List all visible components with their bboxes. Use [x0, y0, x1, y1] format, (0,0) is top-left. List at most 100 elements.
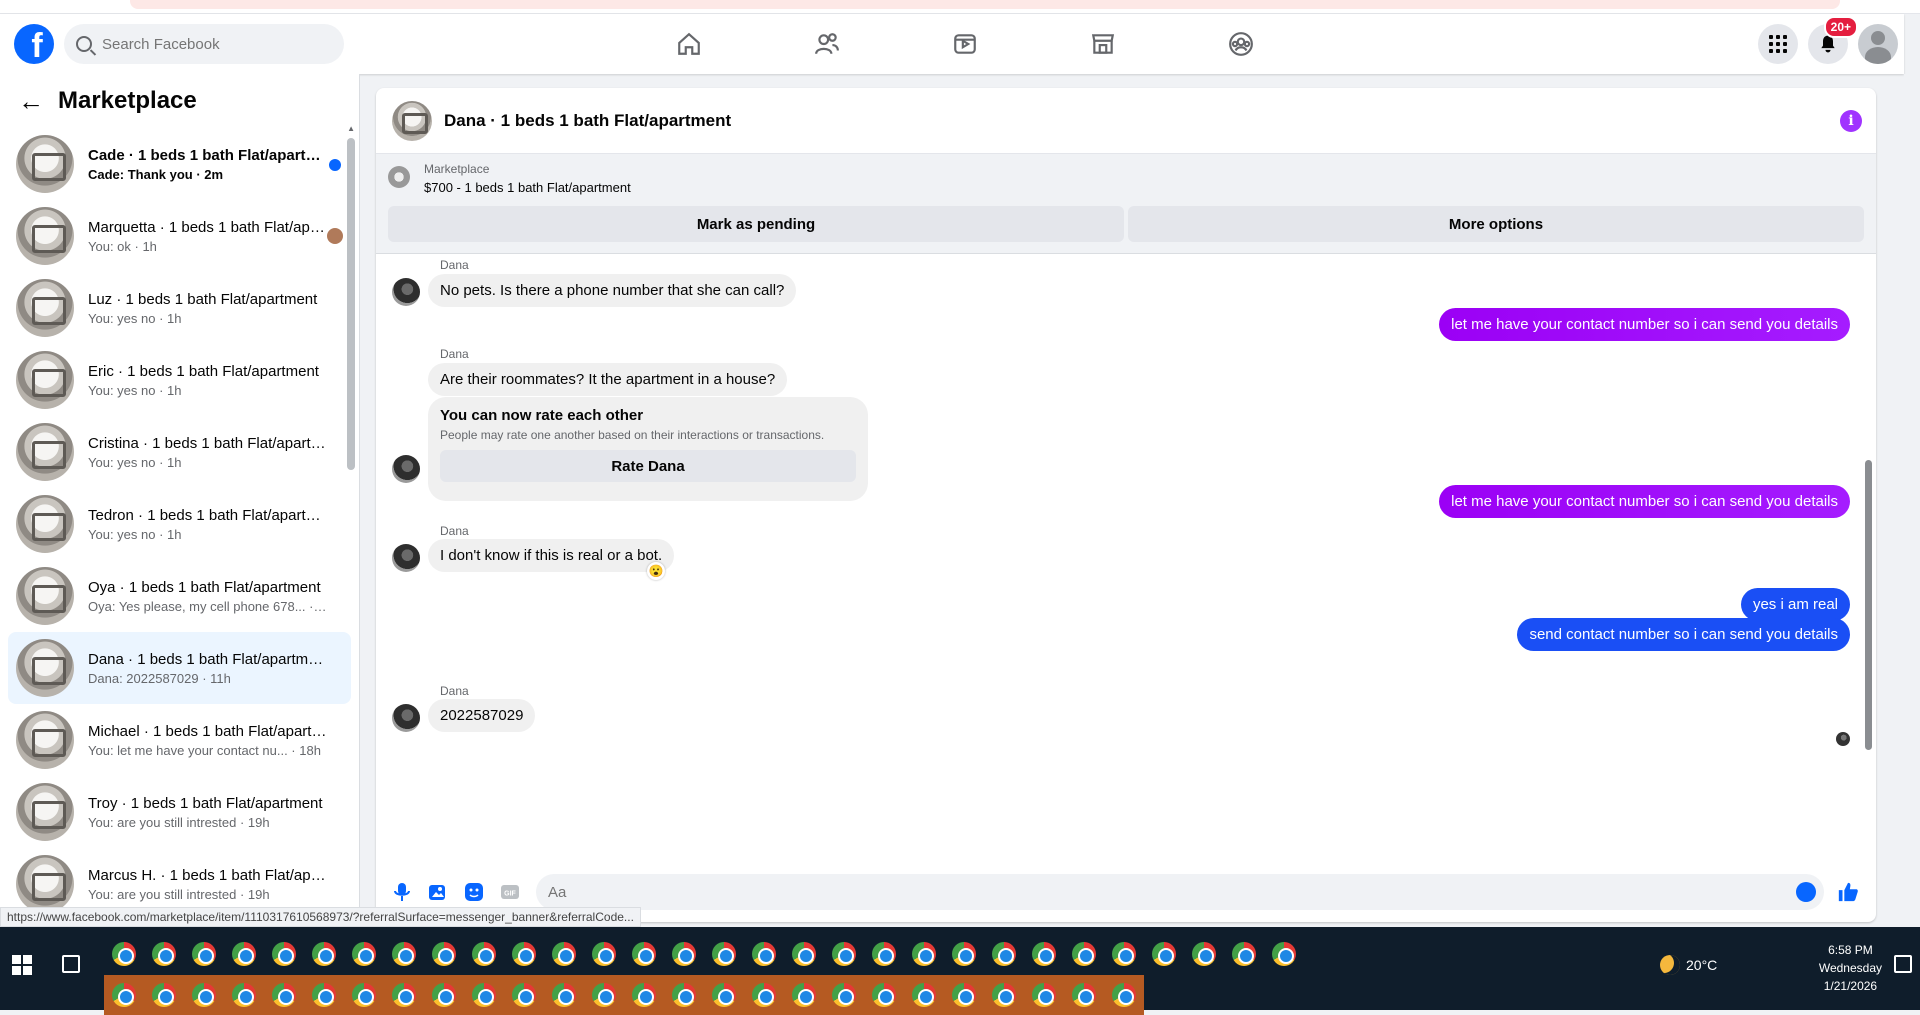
chrome-icon[interactable]	[584, 975, 624, 1015]
sender-avatar[interactable]	[392, 704, 420, 732]
reaction-wow-icon[interactable]: 😮	[647, 562, 665, 580]
sender-avatar[interactable]	[392, 455, 420, 483]
video-icon[interactable]	[896, 14, 1034, 74]
paint-icon[interactable]	[104, 934, 144, 974]
sent-message[interactable]: let me have your contact number so i can…	[1439, 308, 1850, 341]
listing-thumbnail[interactable]	[392, 100, 432, 141]
sticker-icon[interactable]	[460, 878, 488, 906]
conversation-item[interactable]: Marquetta · 1 beds 1 bath Flat/apartment…	[8, 200, 351, 272]
page-scrollbar[interactable]	[1904, 74, 1920, 927]
chrome-icon[interactable]	[1184, 934, 1224, 974]
chrome-icon[interactable]	[824, 934, 864, 974]
chrome-icon[interactable]	[424, 934, 464, 974]
chrome-icon[interactable]	[1144, 934, 1184, 974]
message-input[interactable]	[548, 883, 1697, 901]
message-input-box[interactable]	[536, 874, 1824, 910]
chrome-icon[interactable]	[544, 975, 584, 1015]
weather-widget[interactable]: 20°C	[1660, 955, 1717, 975]
notifications-bell-icon[interactable]: 20+	[1808, 16, 1858, 64]
chrome-icon[interactable]	[784, 975, 824, 1015]
chrome-icon[interactable]	[824, 975, 864, 1015]
chrome-icon[interactable]	[184, 975, 224, 1015]
received-message[interactable]: I don't know if this is real or a bot.	[428, 539, 675, 572]
chrome-icon[interactable]	[1064, 934, 1104, 974]
chrome-icon[interactable]	[504, 975, 544, 1015]
task-view-icon[interactable]	[62, 955, 80, 973]
more-options-button[interactable]: More options	[1128, 206, 1864, 242]
vscode-icon[interactable]	[304, 934, 344, 974]
sender-avatar[interactable]	[392, 544, 420, 572]
sidebar-scrollbar[interactable]	[347, 138, 355, 470]
banner-listing-link[interactable]: $700 - 1 beds 1 bath Flat/apartment	[424, 180, 631, 195]
telegram-icon[interactable]	[264, 934, 304, 974]
chrome-icon[interactable]	[904, 975, 944, 1015]
chrome-icon[interactable]	[944, 975, 984, 1015]
clock[interactable]: 6:58 PM Wednesday 1/21/2026	[1819, 941, 1882, 995]
action-center-icon[interactable]	[1894, 955, 1912, 973]
windows-start-icon[interactable]	[12, 955, 32, 975]
conversation-item[interactable]: Michael · 1 beds 1 bath Flat/apartment Yo…	[8, 704, 351, 776]
chrome-icon[interactable]	[504, 934, 544, 974]
conversation-item[interactable]: Cade · 1 beds 1 bath Flat/apartment Cade:…	[8, 128, 351, 200]
chrome-icon[interactable]	[624, 934, 664, 974]
chrome-icon[interactable]	[384, 934, 424, 974]
file-explorer-icon[interactable]	[184, 934, 224, 974]
received-message[interactable]: No pets. Is there a phone number that sh…	[428, 274, 797, 307]
chrome-icon[interactable]	[864, 934, 904, 974]
chrome-icon[interactable]	[344, 975, 384, 1015]
chrome-icon[interactable]	[984, 975, 1024, 1015]
thumbs-up-icon[interactable]	[1834, 878, 1862, 906]
received-message[interactable]: Are their roommates? It the apartment in…	[428, 363, 788, 396]
mark-as-pending-button[interactable]: Mark as pending	[388, 206, 1124, 242]
chrome-icon[interactable]	[1064, 975, 1104, 1015]
received-message[interactable]: 2022587029	[428, 699, 536, 732]
conversation-item[interactable]: Troy · 1 beds 1 bath Flat/apartment You: …	[8, 776, 351, 848]
photo-icon[interactable]	[424, 878, 452, 906]
chrome-icon[interactable]	[1024, 975, 1064, 1015]
chrome-icon[interactable]	[904, 934, 944, 974]
chrome-icon[interactable]	[704, 934, 744, 974]
sender-avatar[interactable]	[392, 278, 420, 306]
chrome-icon[interactable]	[224, 975, 264, 1015]
facebook-logo-icon[interactable]: f	[14, 24, 54, 64]
chrome-icon[interactable]	[664, 975, 704, 1015]
menu-grid-icon[interactable]	[1758, 24, 1798, 64]
conversation-item[interactable]: Cristina · 1 beds 1 bath Flat/apartment Y…	[8, 416, 351, 488]
microphone-icon[interactable]	[388, 878, 416, 906]
copilot-icon[interactable]	[144, 934, 184, 974]
chrome-icon[interactable]	[224, 934, 264, 974]
chrome-icon[interactable]	[1104, 934, 1144, 974]
profile-avatar[interactable]	[1858, 24, 1898, 64]
chrome-icon[interactable]	[1224, 934, 1264, 974]
chrome-icon[interactable]	[264, 975, 304, 1015]
sent-message[interactable]: let me have your contact number so i can…	[1439, 485, 1850, 518]
gif-icon[interactable]: GIF	[496, 878, 524, 906]
conversation-item[interactable]: Eric · 1 beds 1 bath Flat/apartment You: …	[8, 344, 351, 416]
chrome-icon[interactable]	[1104, 975, 1144, 1015]
search-box[interactable]	[64, 24, 344, 64]
chrome-icon[interactable]	[384, 975, 424, 1015]
chat-scrollbar[interactable]	[1865, 460, 1872, 750]
chrome-icon[interactable]	[744, 975, 784, 1015]
chrome-icon[interactable]	[864, 975, 904, 1015]
conversation-item[interactable]: Oya · 1 beds 1 bath Flat/apartment Oya: Y…	[8, 560, 351, 632]
chrome-icon[interactable]	[544, 934, 584, 974]
chrome-icon[interactable]	[144, 975, 184, 1015]
chrome-icon[interactable]	[464, 975, 504, 1015]
chrome-icon[interactable]	[464, 934, 504, 974]
sent-message[interactable]: yes i am real	[1740, 588, 1850, 621]
chrome-icon[interactable]	[624, 975, 664, 1015]
conversation-item[interactable]: Luz · 1 beds 1 bath Flat/apartment You: y…	[8, 272, 351, 344]
chrome-icon[interactable]	[104, 975, 144, 1015]
chrome-icon[interactable]	[984, 934, 1024, 974]
friends-icon[interactable]	[758, 14, 896, 74]
marketplace-icon[interactable]	[1034, 14, 1172, 74]
rate-dana-button[interactable]: Rate Dana	[440, 450, 856, 482]
conversation-item[interactable]: Tedron · 1 beds 1 bath Flat/apartment You…	[8, 488, 351, 560]
chrome-icon[interactable]	[744, 934, 784, 974]
chrome-icon[interactable]	[424, 975, 464, 1015]
chrome-icon[interactable]	[784, 934, 824, 974]
search-input[interactable]	[102, 35, 302, 53]
chrome-icon[interactable]	[944, 934, 984, 974]
chrome-icon[interactable]	[304, 975, 344, 1015]
